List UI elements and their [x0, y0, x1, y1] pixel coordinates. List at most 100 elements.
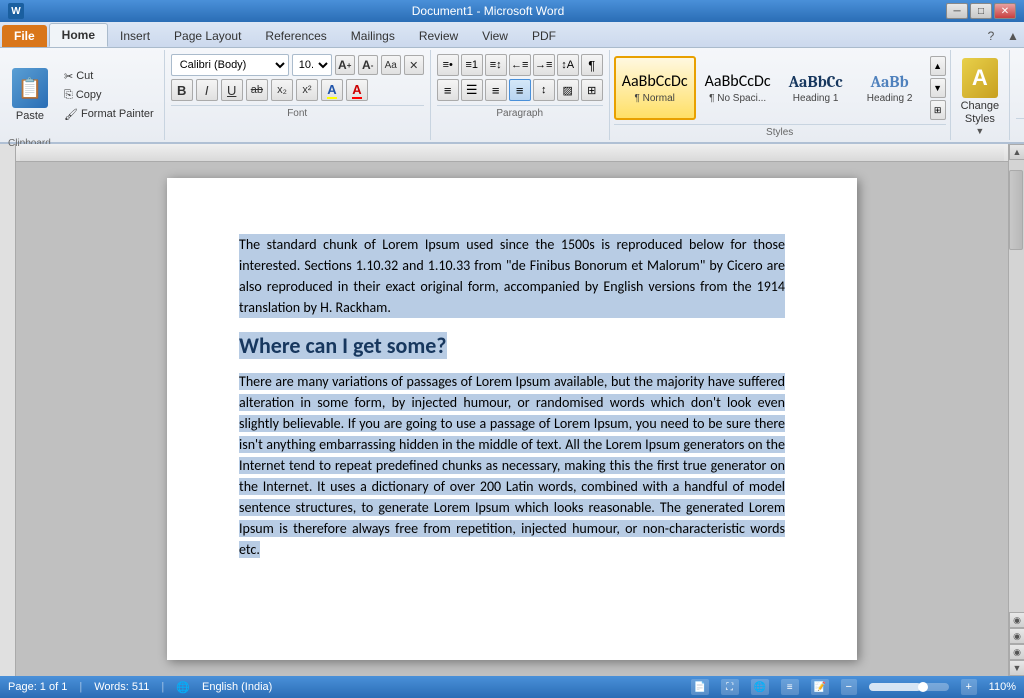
close-button[interactable]: ✕	[994, 3, 1016, 19]
minimize-button[interactable]: ─	[946, 3, 968, 19]
font-size-select[interactable]: 10.5	[292, 54, 332, 76]
shading-button[interactable]: ▨	[557, 79, 579, 101]
style-heading1-preview: AaBbCc	[789, 73, 843, 91]
change-styles-icon: A	[962, 58, 998, 98]
decrease-font-button[interactable]: A-	[358, 55, 378, 75]
style-heading1[interactable]: AaBbCc Heading 1	[780, 56, 852, 120]
doc-page: The standard chunk of Lorem Ipsum used s…	[167, 178, 857, 660]
styles-group-label: Styles	[614, 124, 946, 138]
superscript-button[interactable]: x²	[296, 79, 318, 101]
style-no-spacing[interactable]: AaBbCcDc ¶ No Spaci...	[698, 56, 778, 120]
view-fullscreen-button[interactable]: ⛶	[721, 679, 739, 695]
para2-text-selected: There are many variations of passages of…	[239, 373, 785, 558]
bullets-button[interactable]: ≡•	[437, 54, 459, 76]
underline-button[interactable]: U	[221, 79, 243, 101]
multilevel-button[interactable]: ≡↕	[485, 54, 507, 76]
italic-button[interactable]: I	[196, 79, 218, 101]
text-highlight-button[interactable]: A	[321, 79, 343, 101]
style-heading1-label: Heading 1	[793, 93, 839, 104]
heading-text: Where can I get some?	[239, 332, 447, 359]
words-status: Words: 511	[94, 681, 149, 693]
style-heading2-label: Heading 2	[867, 93, 913, 104]
strikethrough-button[interactable]: ab	[246, 79, 268, 101]
increase-indent-button[interactable]: →≡	[533, 54, 555, 76]
bold-button[interactable]: B	[171, 79, 193, 101]
paste-label: Paste	[16, 110, 44, 122]
align-center-button[interactable]: ☰	[461, 79, 483, 101]
tab-pdf[interactable]: PDF	[520, 25, 568, 47]
tab-insert[interactable]: Insert	[108, 25, 162, 47]
view-outline-button[interactable]: ≡	[781, 679, 799, 695]
zoom-slider[interactable]	[869, 683, 949, 691]
clipboard-group: 📋 Paste ✂ Cut ⎘ Copy 🖌 Format Painter Cl…	[0, 50, 165, 140]
align-right-button[interactable]: ≡	[485, 79, 507, 101]
editing-group: 🔍 Find ▼ ↔ Replace ↖ Select ▼ Editing	[1010, 50, 1024, 140]
scroll-current-button[interactable]: ◉	[1009, 628, 1024, 644]
styles-more[interactable]: ⊞	[930, 100, 946, 120]
align-left-button[interactable]: ≡	[437, 79, 459, 101]
para1-text: The standard chunk of Lorem Ipsum used s…	[239, 236, 785, 316]
paragraph-group: ≡• ≡1 ≡↕ ←≡ →≡ ↕A ¶ ≡ ☰ ≡ ≡ ↕ ▨ ⊞ Paragr…	[431, 50, 610, 140]
zoom-out-button[interactable]: −	[841, 679, 857, 695]
tab-home[interactable]: Home	[49, 23, 108, 47]
decrease-indent-button[interactable]: ←≡	[509, 54, 531, 76]
paste-button[interactable]: 📋 Paste	[4, 52, 56, 138]
style-normal-label: ¶ Normal	[634, 93, 674, 104]
styles-scroll-up[interactable]: ▲	[930, 56, 946, 76]
clear-format-button[interactable]: ✕	[404, 55, 424, 75]
para2[interactable]: There are many variations of passages of…	[239, 371, 785, 560]
maximize-button[interactable]: □	[970, 3, 992, 19]
zoom-in-button[interactable]: +	[961, 679, 977, 695]
select-button[interactable]: ↖ Select ▼	[1016, 94, 1024, 114]
tab-review[interactable]: Review	[407, 25, 470, 47]
format-painter-button[interactable]: 🖌 Format Painter	[58, 106, 160, 123]
font-name-select[interactable]: Calibri (Body)	[171, 54, 289, 76]
change-styles-arrow: ▼	[975, 126, 984, 136]
copy-button[interactable]: ⎘ Copy	[58, 87, 160, 104]
style-normal[interactable]: AaBbCcDc ¶ Normal	[614, 56, 696, 120]
style-heading2[interactable]: AaBb Heading 2	[854, 56, 926, 120]
sort-button[interactable]: ↕A	[557, 54, 579, 76]
title-bar-title: Document1 - Microsoft Word	[30, 4, 946, 18]
right-scrollbar[interactable]: ▲ ◉ ◉ ◉ ▼	[1008, 144, 1024, 676]
view-web-button[interactable]: 🌐	[751, 679, 769, 695]
increase-font-button[interactable]: A+	[335, 55, 355, 75]
scroll-down-button[interactable]: ▼	[1009, 660, 1024, 676]
tab-references[interactable]: References	[253, 25, 338, 47]
font-group: Calibri (Body) 10.5 A+ A- Aa ✕ B I U ab …	[165, 50, 431, 140]
tab-page-layout[interactable]: Page Layout	[162, 25, 253, 47]
view-draft-button[interactable]: 📝	[811, 679, 829, 695]
file-tab[interactable]: File	[2, 25, 47, 47]
scroll-thumb[interactable]	[1009, 170, 1023, 250]
cut-button[interactable]: ✂ Cut	[58, 68, 160, 85]
line-spacing-button[interactable]: ↕	[533, 79, 555, 101]
help-button[interactable]: ?	[980, 25, 1002, 47]
paste-icon: 📋	[12, 68, 48, 108]
show-paragraph-button[interactable]: ¶	[581, 54, 603, 76]
font-color-button[interactable]: A	[346, 79, 368, 101]
style-heading2-preview: AaBb	[871, 73, 909, 91]
view-print-button[interactable]: 📄	[691, 679, 709, 695]
borders-button[interactable]: ⊞	[581, 79, 603, 101]
horizontal-ruler	[16, 144, 1008, 162]
status-sep1: |	[79, 681, 82, 693]
tab-mailings[interactable]: Mailings	[339, 25, 407, 47]
styles-scroll-down[interactable]: ▼	[930, 78, 946, 98]
tab-view[interactable]: View	[470, 25, 520, 47]
change-styles-button[interactable]: A ChangeStyles ▼	[957, 54, 1004, 140]
ribbon-minimize-icon[interactable]: ▲	[1002, 25, 1024, 47]
page-status: Page: 1 of 1	[8, 681, 67, 693]
doc-heading[interactable]: Where can I get some?	[239, 332, 785, 359]
change-case-button[interactable]: Aa	[381, 55, 401, 75]
find-button[interactable]: 🔍 Find ▼	[1016, 54, 1024, 74]
scroll-up-button[interactable]: ▲	[1009, 144, 1024, 160]
justify-button[interactable]: ≡	[509, 79, 531, 101]
style-no-spacing-preview: AaBbCcDc	[705, 72, 771, 91]
doc-scroll-area[interactable]: The standard chunk of Lorem Ipsum used s…	[16, 162, 1008, 676]
scroll-page-up-button[interactable]: ◉	[1009, 612, 1024, 628]
numbering-button[interactable]: ≡1	[461, 54, 483, 76]
replace-button[interactable]: ↔ Replace	[1016, 74, 1024, 94]
para1[interactable]: The standard chunk of Lorem Ipsum used s…	[239, 234, 785, 318]
subscript-button[interactable]: x₂	[271, 79, 293, 101]
scroll-page-down-button[interactable]: ◉	[1009, 644, 1024, 660]
